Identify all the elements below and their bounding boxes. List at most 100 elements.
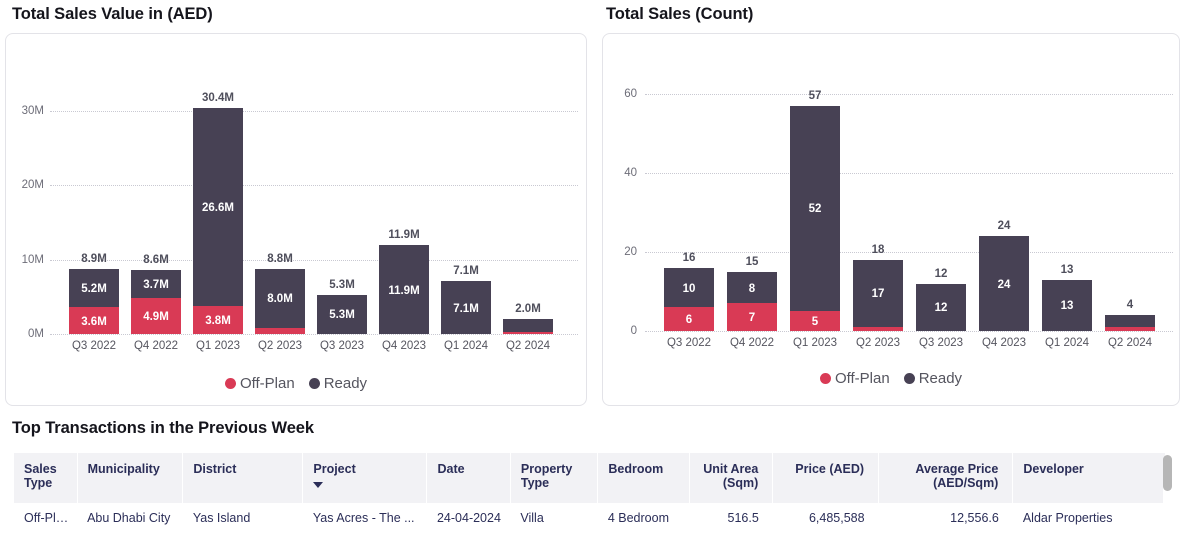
gridline bbox=[50, 334, 578, 335]
table-cell-unit-area: 516.5 bbox=[689, 503, 773, 533]
bar-segment-off-plan[interactable] bbox=[853, 327, 903, 331]
x-axis-tick-label: Q2 2024 bbox=[1107, 337, 1153, 349]
bar-segment-ready[interactable] bbox=[503, 319, 553, 333]
x-axis-tick-label: Q4 2022 bbox=[729, 337, 775, 349]
bar-total-label: 12 bbox=[934, 267, 948, 280]
x-axis-tick-label: Q2 2024 bbox=[505, 340, 551, 352]
table-column-header[interactable]: Date bbox=[426, 453, 511, 503]
table-cell-district: Yas Island bbox=[182, 503, 303, 533]
bar-value-label-ready: 11.9M bbox=[388, 284, 420, 297]
gridline bbox=[645, 172, 1173, 174]
bar-value-label-ready: 7.1M bbox=[453, 302, 479, 315]
bar-column[interactable]: 3.8M 26.6M 30.4M bbox=[193, 34, 243, 334]
table-cell-date: 24-04-2024 bbox=[426, 503, 511, 533]
bar-segment-ready[interactable] bbox=[1105, 315, 1155, 328]
bar-column[interactable]: 24 24 bbox=[979, 34, 1029, 331]
table-column-header[interactable]: Project bbox=[302, 453, 428, 503]
bar-column[interactable]: 4.9M 3.7M 8.6M bbox=[131, 34, 181, 334]
legend-item-off-plan[interactable]: Off-Plan bbox=[224, 375, 295, 392]
table-column-header-label: Property Type bbox=[520, 462, 573, 490]
table-scrollbar[interactable] bbox=[1163, 455, 1172, 541]
legend-item-off-plan[interactable]: Off-Plan bbox=[819, 370, 890, 387]
table-column-header-label: Date bbox=[437, 462, 465, 476]
bar-column[interactable]: 5 52 57 bbox=[790, 34, 840, 331]
x-axis-tick-label: Q1 2024 bbox=[443, 340, 489, 352]
bar-value-label-ready: 8.0M bbox=[267, 293, 293, 306]
sort-descending-icon[interactable] bbox=[313, 482, 324, 488]
bar-column[interactable]: 7 8 15 bbox=[727, 34, 777, 331]
bar-value-label-off-plan: 3.8M bbox=[205, 314, 231, 327]
bar-total-label: 7.1M bbox=[453, 265, 479, 278]
top-transactions-table-wrap[interactable]: Sales Type Municipality District Project Dat… bbox=[14, 453, 1172, 543]
bar-value-label-ready: 52 bbox=[808, 203, 822, 216]
table-column-header[interactable]: District bbox=[182, 453, 304, 503]
table-column-header-label: Price (AED) bbox=[795, 462, 865, 476]
gridline bbox=[645, 93, 1173, 95]
bar-column[interactable]: 5.3M 5.3M bbox=[317, 34, 367, 334]
bar-total-label: 15 bbox=[745, 255, 759, 268]
table-column-header[interactable]: Unit Area (Sqm) bbox=[689, 453, 774, 503]
bar-column[interactable]: 13 13 bbox=[1042, 34, 1092, 331]
bar-value-label-ready: 5.3M bbox=[329, 309, 355, 322]
total-sales-value-plot: 0M 10M 20M 30M 3.6M 5.2M 8.9M Q3 2022 4.9M 3.7M 8.… bbox=[6, 34, 586, 405]
x-axis-tick-label: Q1 2024 bbox=[1044, 337, 1090, 349]
bar-column[interactable]: 2.0M bbox=[503, 34, 553, 334]
bar-total-label: 24 bbox=[997, 220, 1011, 233]
bar-total-label: 11.9M bbox=[388, 229, 420, 242]
table-column-header[interactable]: Municipality bbox=[77, 453, 184, 503]
bar-value-label-ready: 24 bbox=[997, 278, 1011, 291]
table-column-header[interactable]: Developer bbox=[1012, 453, 1166, 503]
bar-segment-off-plan[interactable] bbox=[1105, 327, 1155, 331]
bar-column[interactable]: 12 12 bbox=[916, 34, 966, 331]
legend-swatch-icon bbox=[224, 378, 236, 389]
legend-swatch-icon bbox=[308, 378, 320, 389]
bar-total-label: 2.0M bbox=[515, 303, 541, 316]
y-axis-tick-label: 60 bbox=[624, 87, 637, 100]
table-scrollbar-thumb[interactable] bbox=[1163, 455, 1172, 491]
bar-value-label-off-plan: 3.6M bbox=[81, 315, 107, 328]
total-sales-count-card: 0 20 40 60 6 10 16 Q3 2022 7 8 15 Q4 2022 5 52 57 Q1 20… bbox=[602, 33, 1180, 406]
table-column-header-label: Bedroom bbox=[608, 462, 664, 476]
bar-column[interactable]: 8.0M 8.8M bbox=[255, 34, 305, 334]
y-axis-tick-label: 20 bbox=[624, 245, 637, 258]
bar-value-label-ready: 8 bbox=[748, 282, 756, 295]
table-row[interactable]: Off-Plan Abu Dhabi City Yas Island Yas Acre… bbox=[14, 503, 1166, 533]
table-column-header[interactable]: Sales Type bbox=[14, 453, 78, 503]
table-title: Top Transactions in the Previous Week bbox=[12, 419, 314, 437]
bar-value-label-ready: 26.6M bbox=[202, 201, 234, 214]
table-column-header-label: Average Price (AED/Sqm) bbox=[915, 462, 999, 490]
x-axis-tick-label: Q2 2023 bbox=[257, 340, 303, 352]
bar-column[interactable]: 7.1M 7.1M bbox=[441, 34, 491, 334]
bar-column[interactable]: 6 10 16 bbox=[664, 34, 714, 331]
x-axis-tick-label: Q4 2023 bbox=[381, 340, 427, 352]
bar-value-label-ready: 13 bbox=[1060, 300, 1074, 313]
bar-segment-off-plan[interactable] bbox=[255, 328, 305, 334]
legend-item-ready[interactable]: Ready bbox=[308, 375, 367, 392]
bar-segment-off-plan[interactable] bbox=[503, 332, 553, 334]
bar-column[interactable]: 11.9M 11.9M bbox=[379, 34, 429, 334]
x-axis-tick-label: Q3 2023 bbox=[319, 340, 365, 352]
legend-swatch-icon bbox=[903, 373, 915, 384]
table-cell-price: 6,485,588 bbox=[772, 503, 879, 533]
table-column-header[interactable]: Average Price (AED/Sqm) bbox=[878, 453, 1014, 503]
table-column-header[interactable]: Price (AED) bbox=[772, 453, 880, 503]
table-column-header[interactable]: Property Type bbox=[510, 453, 599, 503]
bar-total-label: 8.6M bbox=[143, 254, 169, 267]
table-cell-developer: Aldar Properties bbox=[1012, 503, 1166, 533]
bar-value-label-ready: 10 bbox=[682, 282, 696, 295]
x-axis-tick-label: Q3 2022 bbox=[71, 340, 117, 352]
table-cell-bedroom: 4 Bedroom bbox=[597, 503, 690, 533]
bar-total-label: 57 bbox=[808, 89, 822, 102]
table-column-header-label: Project bbox=[313, 462, 356, 476]
y-axis-tick-label: 40 bbox=[624, 166, 637, 179]
legend-item-ready[interactable]: Ready bbox=[903, 370, 962, 387]
bar-column[interactable]: 3.6M 5.2M 8.9M bbox=[69, 34, 119, 334]
table-cell-project: Yas Acres - The ... bbox=[302, 503, 427, 533]
y-axis-tick-label: 20M bbox=[21, 179, 44, 192]
bar-column[interactable]: 4 bbox=[1105, 34, 1155, 331]
bar-column[interactable]: 17 18 bbox=[853, 34, 903, 331]
table-column-header[interactable]: Bedroom bbox=[597, 453, 690, 503]
top-transactions-table: Sales Type Municipality District Project Dat… bbox=[14, 453, 1166, 533]
chart-legend: Off-Plan Ready bbox=[603, 370, 1179, 387]
x-axis-tick-label: Q3 2022 bbox=[666, 337, 712, 349]
